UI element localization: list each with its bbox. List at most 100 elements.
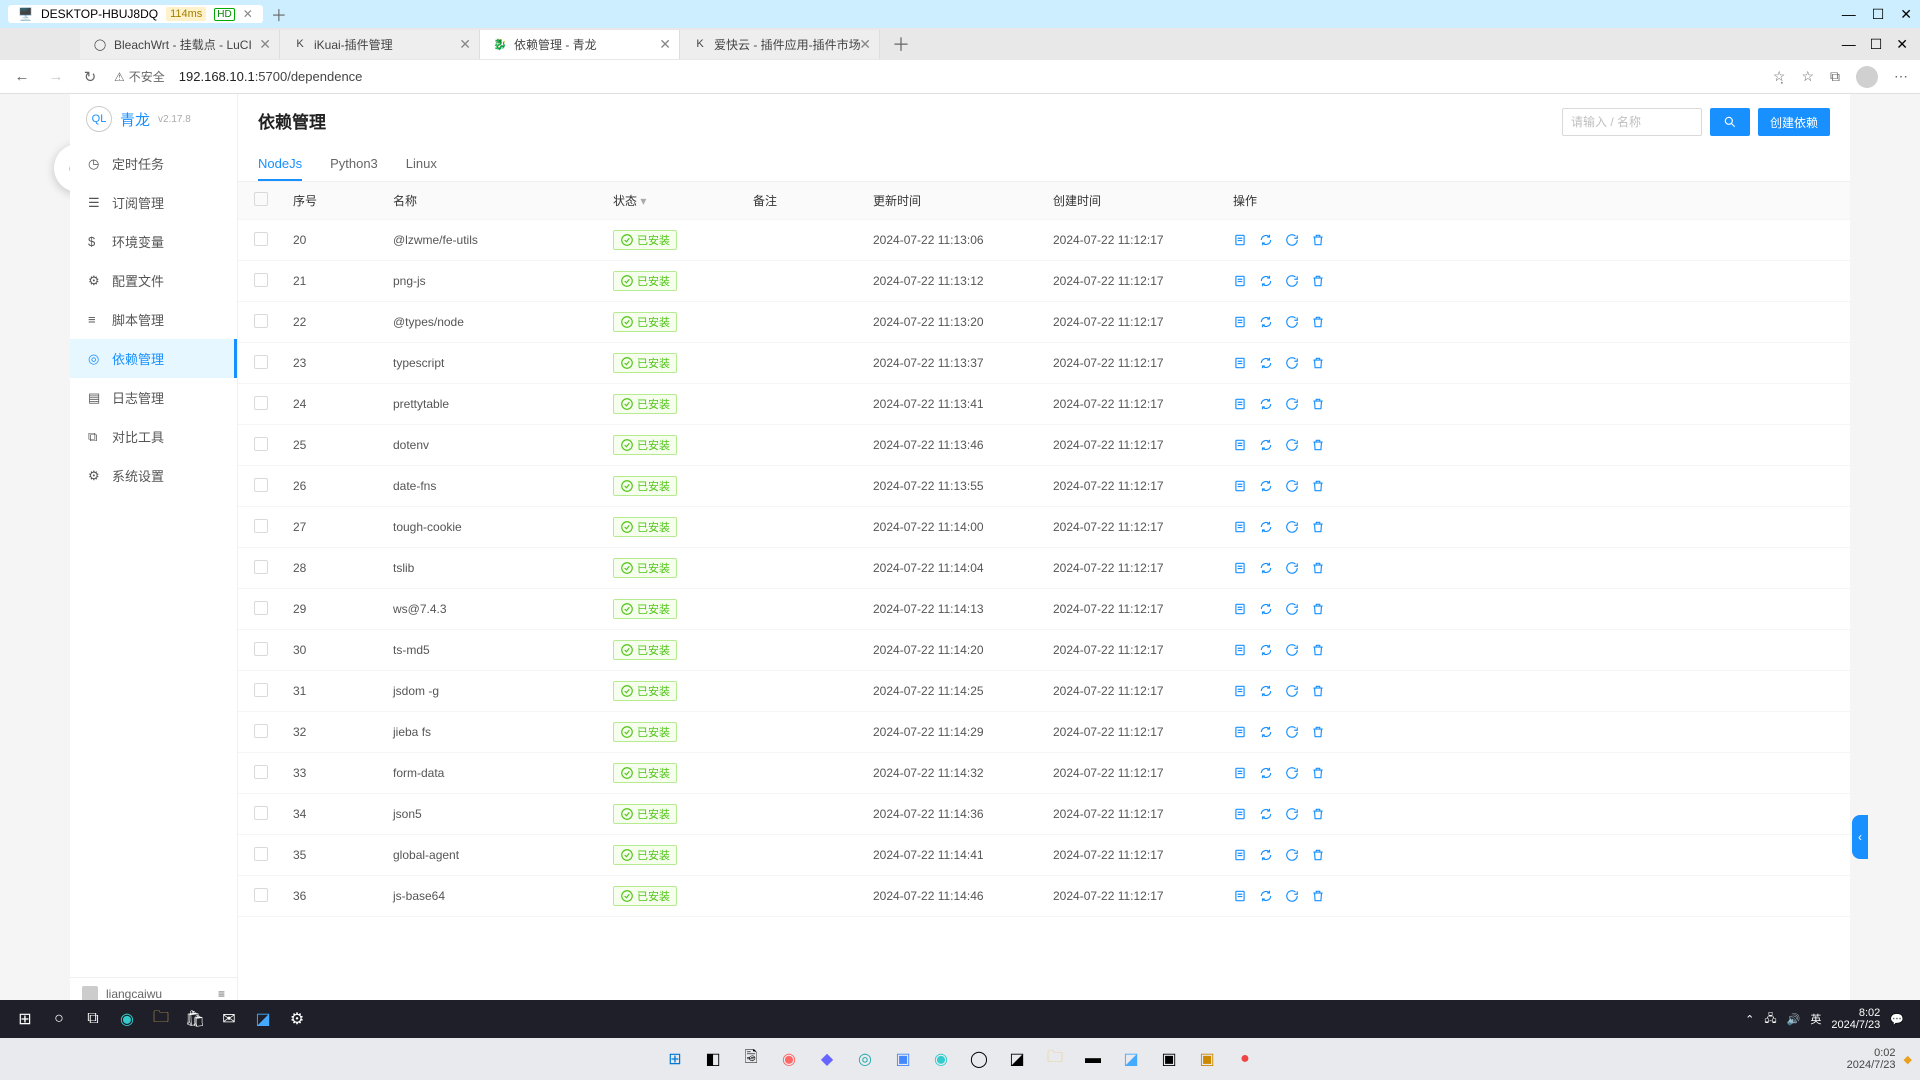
view-log-icon[interactable] — [1233, 397, 1247, 411]
view-log-icon[interactable] — [1233, 725, 1247, 739]
reinstall-icon[interactable] — [1259, 602, 1273, 616]
row-checkbox[interactable] — [254, 560, 268, 574]
select-all-checkbox[interactable] — [254, 192, 268, 206]
retry-icon[interactable] — [1285, 766, 1299, 780]
notifications-icon[interactable]: 💬 — [1890, 1013, 1904, 1026]
delete-icon[interactable] — [1311, 684, 1325, 698]
sidebar-item[interactable]: ◎ 依赖管理 — [70, 339, 237, 378]
reinstall-icon[interactable] — [1259, 274, 1273, 288]
retry-icon[interactable] — [1285, 561, 1299, 575]
more-icon[interactable]: ⋯ — [1894, 68, 1908, 85]
tray-expand-icon[interactable]: ⌃ — [1745, 1013, 1754, 1026]
delete-icon[interactable] — [1311, 315, 1325, 329]
reinstall-icon[interactable] — [1259, 356, 1273, 370]
view-log-icon[interactable] — [1233, 356, 1247, 370]
view-log-icon[interactable] — [1233, 643, 1247, 657]
column-update[interactable]: 更新时间 — [863, 182, 1043, 220]
host-app4-icon[interactable]: ◆ — [813, 1045, 841, 1073]
url[interactable]: 192.168.10.1:5700/dependence — [179, 69, 363, 84]
host-tray-icon[interactable]: ◆ — [1904, 1053, 1912, 1066]
host-clock[interactable]: 0:02 2024/7/23 — [1847, 1047, 1896, 1071]
delete-icon[interactable] — [1311, 561, 1325, 575]
reinstall-icon[interactable] — [1259, 766, 1273, 780]
delete-icon[interactable] — [1311, 274, 1325, 288]
delete-icon[interactable] — [1311, 479, 1325, 493]
host-start-icon[interactable]: ⊞ — [661, 1045, 689, 1073]
sidebar-item[interactable]: ⚙ 系统设置 — [70, 456, 237, 495]
row-checkbox[interactable] — [254, 888, 268, 902]
view-log-icon[interactable] — [1233, 274, 1247, 288]
volume-icon[interactable]: 🔊 — [1787, 1013, 1801, 1026]
new-tab-button[interactable]: ＋ — [880, 31, 922, 57]
view-log-icon[interactable] — [1233, 602, 1247, 616]
browser-close-icon[interactable]: ✕ — [1896, 36, 1908, 53]
profile-avatar[interactable] — [1856, 66, 1878, 88]
column-create[interactable]: 创建时间 — [1043, 182, 1223, 220]
host-app10-icon[interactable]: ▣ — [1193, 1045, 1221, 1073]
view-log-icon[interactable] — [1233, 684, 1247, 698]
forward-icon[interactable]: → — [46, 68, 66, 85]
host-chrome-icon[interactable]: ◯ — [965, 1045, 993, 1073]
collections-icon[interactable]: ⧉ — [1830, 68, 1840, 85]
host-todesk-icon[interactable]: ◪ — [1117, 1045, 1145, 1073]
maximize-icon[interactable]: ☐ — [1872, 6, 1885, 23]
sidebar-item[interactable]: ≡ 脚本管理 — [70, 300, 237, 339]
taskbar-clock[interactable]: 8:02 2024/7/23 — [1831, 1007, 1880, 1031]
retry-icon[interactable] — [1285, 233, 1299, 247]
column-note[interactable]: 备注 — [743, 182, 863, 220]
delete-icon[interactable] — [1311, 766, 1325, 780]
retry-icon[interactable] — [1285, 438, 1299, 452]
browser-tab[interactable]: K iKuai-插件管理 ✕ — [280, 30, 480, 59]
host-app7-icon[interactable]: ◪ — [1003, 1045, 1031, 1073]
view-log-icon[interactable] — [1233, 438, 1247, 452]
host-app5-icon[interactable]: ◎ — [851, 1045, 879, 1073]
view-log-icon[interactable] — [1233, 315, 1247, 329]
reinstall-icon[interactable] — [1259, 520, 1273, 534]
retry-icon[interactable] — [1285, 274, 1299, 288]
tab[interactable]: Python3 — [330, 148, 378, 181]
row-checkbox[interactable] — [254, 396, 268, 410]
host-app2-icon[interactable]: 🗟 — [737, 1045, 765, 1073]
host-app8-icon[interactable]: ▬ — [1079, 1045, 1107, 1073]
retry-icon[interactable] — [1285, 725, 1299, 739]
reinstall-icon[interactable] — [1259, 889, 1273, 903]
new-session-icon[interactable]: ＋ — [271, 2, 287, 26]
row-checkbox[interactable] — [254, 847, 268, 861]
view-log-icon[interactable] — [1233, 233, 1247, 247]
explorer-icon[interactable]: 🗀 — [144, 1002, 178, 1036]
retry-icon[interactable] — [1285, 602, 1299, 616]
host-app3-icon[interactable]: ◉ — [775, 1045, 803, 1073]
retry-icon[interactable] — [1285, 643, 1299, 657]
read-mode-icon[interactable]: ☆̣ — [1773, 68, 1786, 85]
retry-icon[interactable] — [1285, 356, 1299, 370]
side-pull-tab[interactable]: ‹ — [1852, 815, 1868, 859]
browser-tab[interactable]: 🐉 依赖管理 - 青龙 ✕ — [480, 30, 680, 59]
close-tab-icon[interactable]: ✕ — [459, 36, 471, 53]
delete-icon[interactable] — [1311, 807, 1325, 821]
reinstall-icon[interactable] — [1259, 643, 1273, 657]
close-tab-icon[interactable]: ✕ — [259, 36, 271, 53]
view-log-icon[interactable] — [1233, 520, 1247, 534]
edge-icon[interactable]: ◉ — [110, 1002, 144, 1036]
store-icon[interactable]: 🛍 — [178, 1002, 212, 1036]
host-app11-icon[interactable]: ● — [1231, 1045, 1259, 1073]
settings-icon[interactable]: ⚙ — [280, 1002, 314, 1036]
sidebar-item[interactable]: $ 环境变量 — [70, 222, 237, 261]
search-button[interactable] — [1710, 108, 1750, 136]
view-log-icon[interactable] — [1233, 889, 1247, 903]
retry-icon[interactable] — [1285, 684, 1299, 698]
row-checkbox[interactable] — [254, 724, 268, 738]
delete-icon[interactable] — [1311, 848, 1325, 862]
reinstall-icon[interactable] — [1259, 807, 1273, 821]
reinstall-icon[interactable] — [1259, 684, 1273, 698]
browser-tab[interactable]: K 爱快云 - 插件应用-插件市场 ✕ — [680, 30, 880, 59]
filter-icon[interactable]: ▾ — [640, 194, 646, 208]
reinstall-icon[interactable] — [1259, 479, 1273, 493]
delete-icon[interactable] — [1311, 438, 1325, 452]
delete-icon[interactable] — [1311, 725, 1325, 739]
reinstall-icon[interactable] — [1259, 233, 1273, 247]
search-input[interactable] — [1562, 108, 1702, 136]
task-view-icon[interactable]: ⧉ — [76, 1002, 110, 1036]
retry-icon[interactable] — [1285, 848, 1299, 862]
remote-session-tab[interactable]: 🖥️ DESKTOP-HBUJ8DQ 114ms HD ✕ — [8, 5, 263, 23]
